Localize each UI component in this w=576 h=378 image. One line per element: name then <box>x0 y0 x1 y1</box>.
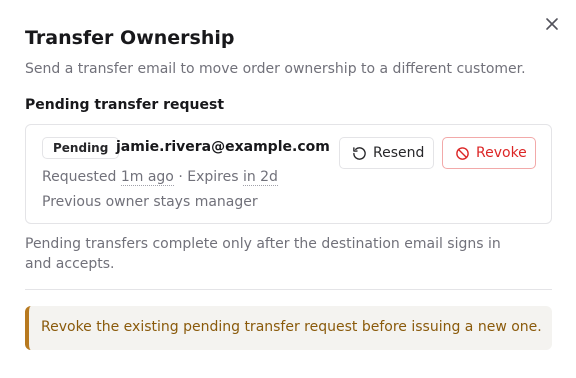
recipient-email: jamie.rivera@example.com <box>116 139 330 155</box>
ban-icon <box>456 146 469 160</box>
close-button[interactable] <box>542 14 562 34</box>
dialog-subtitle: Send a transfer email to move order owne… <box>25 61 526 77</box>
expires-time: in 2d <box>242 169 278 186</box>
resend-button[interactable]: Resend <box>339 137 434 169</box>
resend-label: Resend <box>373 145 425 161</box>
status-badge: Pending <box>42 137 120 159</box>
pending-section-heading: Pending transfer request <box>25 97 225 113</box>
expires-label: Expires <box>187 169 239 185</box>
rotate-ccw-icon <box>353 146 366 160</box>
requested-time: 1m ago <box>120 169 174 186</box>
owner-note: Previous owner stays manager <box>42 194 258 210</box>
requested-label: Requested <box>42 169 117 185</box>
warning-text: Revoke the existing pending transfer req… <box>41 319 542 335</box>
pending-transfer-card: Pending jamie.rivera@example.com Request… <box>25 124 552 224</box>
divider <box>25 289 552 290</box>
warning-callout: Revoke the existing pending transfer req… <box>25 306 552 350</box>
dialog-title: Transfer Ownership <box>25 27 235 49</box>
revoke-button[interactable]: Revoke <box>442 137 536 169</box>
helper-text: Pending transfers complete only after th… <box>25 236 501 272</box>
transfer-meta: Requested 1m ago · Expires in 2d <box>42 169 278 186</box>
close-icon <box>546 18 558 30</box>
transfer-ownership-dialog: Transfer Ownership Send a transfer email… <box>0 0 576 378</box>
revoke-label: Revoke <box>476 145 527 161</box>
meta-separator: · <box>178 169 183 185</box>
